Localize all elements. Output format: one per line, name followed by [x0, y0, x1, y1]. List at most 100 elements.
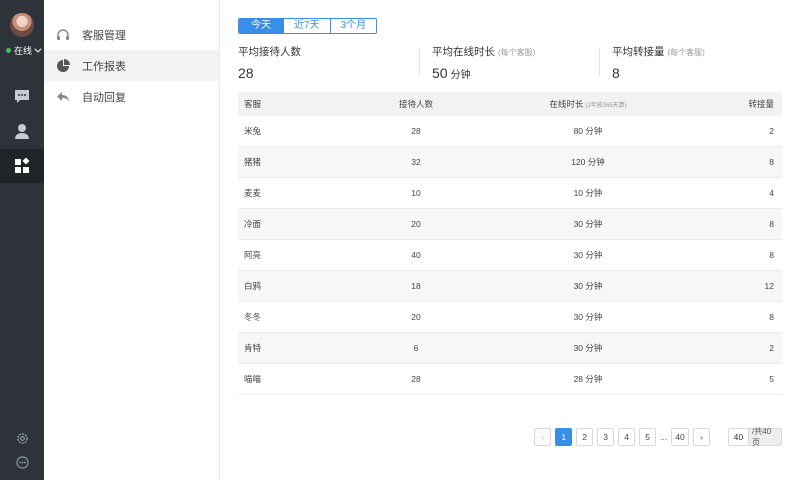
- cell-transfer: 8: [769, 312, 774, 322]
- table-row: 冷面 20 30 分钟 8: [238, 209, 782, 240]
- stats-summary: 平均接待人数 28 平均在线时长 (每个客服) 50 分钟 平均转接量 (每个客服) …: [238, 44, 782, 84]
- chevron-down-icon: [34, 45, 42, 53]
- dashboard-icon: [15, 158, 30, 173]
- cell-received: 28: [411, 374, 421, 384]
- cell-received: 10: [411, 188, 421, 198]
- menu-item-auto-reply[interactable]: 自动回复: [44, 81, 219, 112]
- cell-online: 30 分钟: [573, 250, 603, 260]
- header-transfer: 转接量: [748, 99, 774, 109]
- table-row: 冬冬 20 30 分钟 8: [238, 302, 782, 333]
- cell-agent: 冬冬: [244, 312, 262, 322]
- cell-online: 28 分钟: [573, 374, 603, 384]
- page-button[interactable]: 4: [617, 428, 636, 446]
- cell-transfer: 8: [769, 157, 774, 167]
- cell-transfer: 2: [769, 343, 774, 353]
- cell-agent: 冷面: [244, 219, 262, 229]
- avatar[interactable]: [10, 13, 34, 37]
- table-row: 白鸦 18 30 分钟 12: [238, 271, 782, 302]
- menu-item-work-report[interactable]: 工作报表: [44, 50, 219, 81]
- page-jump: 40 /共40页: [727, 427, 783, 447]
- cell-received: 28: [411, 126, 421, 136]
- page-button[interactable]: 3: [596, 428, 615, 446]
- table-row: 喵喵 28 28 分钟 5: [238, 364, 782, 395]
- cell-online: 30 分钟: [573, 343, 603, 353]
- divider: [419, 48, 420, 76]
- pie-chart-icon: [56, 58, 70, 73]
- stat-label: 平均转接量: [612, 46, 665, 58]
- next-page-button[interactable]: ›: [692, 428, 711, 446]
- cell-online: 120 分钟: [571, 157, 605, 167]
- settings-icon: [16, 432, 28, 444]
- cell-agent: 阿亮: [244, 250, 262, 260]
- stat-value: 8: [612, 65, 620, 81]
- table-header: 客服 接待人数 在线时长 (1年按365天算) 转接量: [238, 92, 782, 116]
- cell-agent: 喵喵: [244, 374, 262, 384]
- pagination-ellipsis: ...: [659, 432, 668, 442]
- secondary-menu: 客服管理 工作报表 自动回复: [44, 0, 220, 480]
- user-icon: [15, 124, 29, 139]
- rail-dashboard-button[interactable]: [0, 149, 44, 183]
- left-rail: 在线: [0, 0, 44, 480]
- tab-3-months[interactable]: 3个月: [329, 19, 377, 33]
- cell-transfer: 8: [769, 250, 774, 260]
- cell-transfer: 8: [769, 219, 774, 229]
- cell-received: 6: [413, 343, 419, 353]
- stat-avg-received: 平均接待人数 28: [238, 44, 301, 81]
- tab-last-7-days[interactable]: 近7天: [283, 19, 330, 33]
- chat-icon: [15, 89, 29, 103]
- cell-transfer: 12: [764, 281, 774, 291]
- date-range-tabs: 今天 近7天 3个月: [238, 18, 378, 34]
- cell-online: 80 分钟: [573, 126, 603, 136]
- stat-label: 平均在线时长: [432, 46, 495, 58]
- rail-user-button[interactable]: [0, 114, 44, 148]
- prev-page-button[interactable]: ‹: [534, 428, 552, 446]
- reply-icon: [56, 90, 70, 104]
- report-table: 客服 接待人数 在线时长 (1年按365天算) 转接量 米兔 28 80 分钟 2 猪猪 3…: [238, 92, 782, 395]
- rail-more-button[interactable]: [0, 445, 44, 479]
- stat-sub: (每个客服): [498, 48, 536, 57]
- page-jump-input[interactable]: 40: [728, 429, 748, 445]
- cell-agent: 白鸦: [244, 281, 262, 291]
- page-button[interactable]: 1: [554, 428, 573, 446]
- divider: [599, 48, 600, 76]
- stat-sub: (每个客服): [667, 48, 705, 57]
- cell-received: 20: [411, 312, 421, 322]
- cell-transfer: 2: [769, 126, 774, 136]
- more-icon: [15, 455, 29, 469]
- stat-value: 28: [238, 65, 254, 81]
- cell-agent: 猪猪: [244, 157, 262, 167]
- cell-received: 18: [411, 281, 421, 291]
- table-row: 阿亮 40 30 分钟 8: [238, 240, 782, 271]
- menu-item-label: 工作报表: [82, 60, 126, 73]
- header-agent: 客服: [244, 99, 262, 109]
- stat-label: 平均接待人数: [238, 46, 301, 58]
- table-row: 米兔 28 80 分钟 2: [238, 116, 782, 147]
- cell-received: 20: [411, 219, 421, 229]
- page-button[interactable]: 2: [575, 428, 594, 446]
- status-selector[interactable]: 在线: [6, 44, 42, 56]
- cell-online: 10 分钟: [573, 188, 603, 198]
- pagination: ‹ 1 2 3 4 5 ... 40 › 40 /共40页: [534, 427, 783, 447]
- last-page-button[interactable]: 40: [670, 428, 690, 446]
- stat-value: 50: [432, 65, 448, 81]
- main-content: 今天 近7天 3个月 平均接待人数 28 平均在线时长 (每个客服) 50 分钟 平…: [238, 0, 783, 480]
- cell-agent: 米兔: [244, 126, 262, 136]
- header-online: 在线时长: [549, 99, 584, 109]
- menu-item-label: 客服管理: [82, 29, 126, 42]
- page-button[interactable]: 5: [638, 428, 657, 446]
- cell-agent: 肯特: [244, 343, 262, 353]
- stat-unit: 分钟: [450, 70, 471, 81]
- header-online-sub: (1年按365天算): [585, 103, 627, 109]
- stat-avg-transfer: 平均转接量 (每个客服) 8: [612, 44, 705, 81]
- menu-item-agent-management[interactable]: 客服管理: [44, 19, 219, 50]
- status-label: 在线: [14, 45, 33, 56]
- menu-item-label: 自动回复: [82, 91, 126, 104]
- cell-online: 30 分钟: [573, 281, 603, 291]
- tab-today[interactable]: 今天: [239, 19, 283, 33]
- table-body: 米兔 28 80 分钟 2 猪猪 32 120 分钟 8 麦麦 10 10 分钟 4 冷面 20 30 分钟…: [238, 116, 782, 395]
- cell-transfer: 5: [769, 374, 774, 384]
- table-row: 肯特 6 30 分钟 2: [238, 333, 782, 364]
- rail-chat-button[interactable]: [0, 79, 44, 113]
- total-pages-label: /共40页: [747, 427, 782, 447]
- cell-agent: 麦麦: [244, 188, 262, 198]
